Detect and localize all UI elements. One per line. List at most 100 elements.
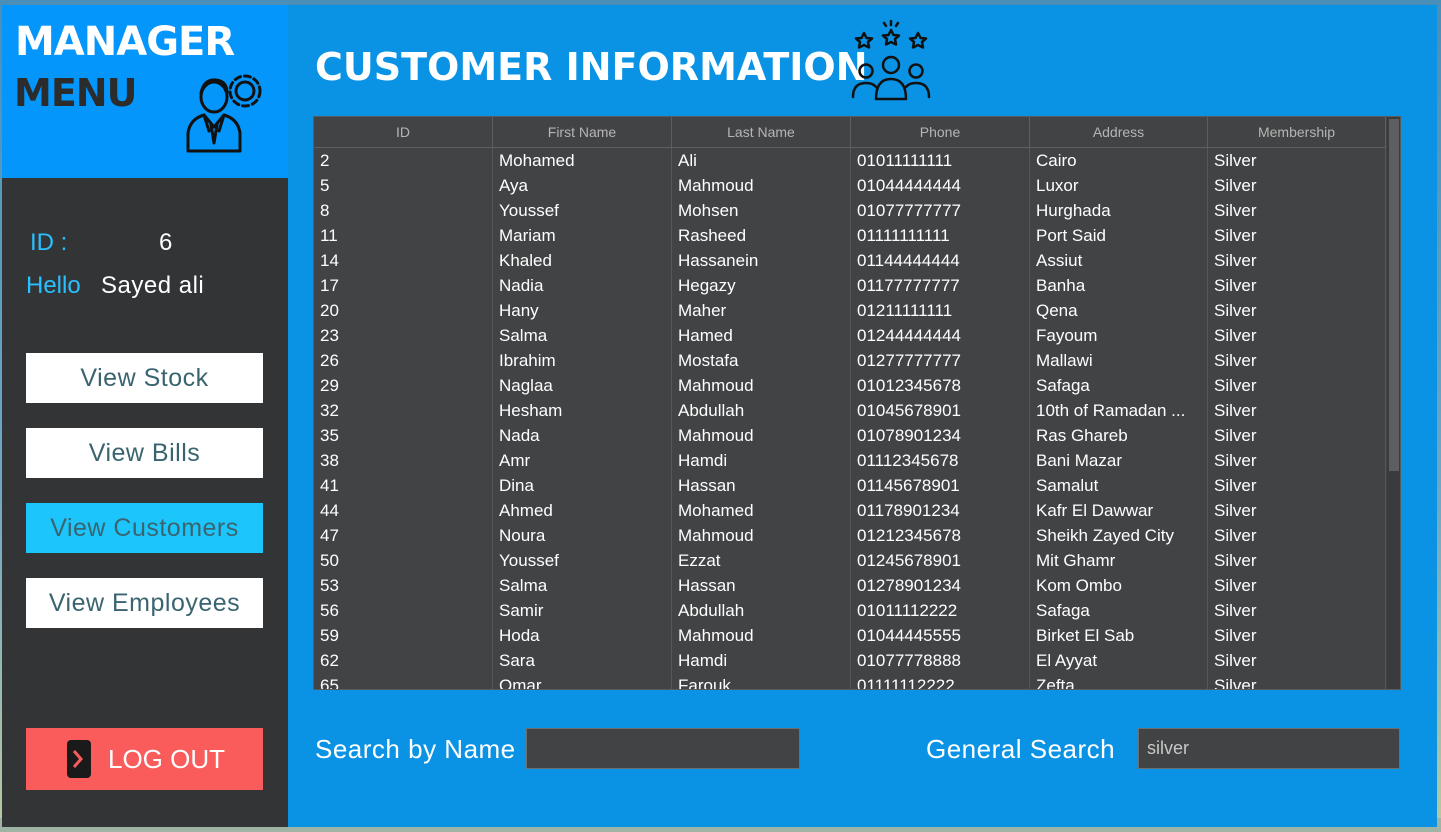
table-row[interactable]: 23 Salma Hamed 01244444444 Fayoum Silver	[314, 323, 1386, 348]
view-stock-button[interactable]: View Stock	[26, 353, 263, 403]
table-row[interactable]: 35 Nada Mahmoud 01078901234 Ras Ghareb Silver	[314, 423, 1386, 448]
table-row[interactable]: 20 Hany Maher 01211111111 Qena Silver	[314, 298, 1386, 323]
table-cell[interactable]: Ras Ghareb	[1030, 423, 1208, 448]
table-cell[interactable]: 01145678901	[851, 473, 1030, 498]
table-cell[interactable]: Silver	[1208, 573, 1386, 598]
table-cell[interactable]: Silver	[1208, 173, 1386, 198]
table-cell[interactable]: 17	[314, 273, 493, 298]
table-cell[interactable]: Silver	[1208, 398, 1386, 423]
table-cell[interactable]: Hamed	[672, 323, 851, 348]
table-cell[interactable]: Samalut	[1030, 473, 1208, 498]
table-cell[interactable]: 65	[314, 673, 493, 689]
table-cell[interactable]: Cairo	[1030, 148, 1208, 173]
table-cell[interactable]: 41	[314, 473, 493, 498]
table-cell[interactable]: Silver	[1208, 223, 1386, 248]
table-cell[interactable]: 29	[314, 373, 493, 398]
table-cell[interactable]: Bani Mazar	[1030, 448, 1208, 473]
table-cell[interactable]: Mahmoud	[672, 373, 851, 398]
table-cell[interactable]: Farouk	[672, 673, 851, 689]
table-cell[interactable]: Hassan	[672, 473, 851, 498]
table-cell[interactable]: Silver	[1208, 673, 1386, 689]
customers-table[interactable]: ID First Name Last Name Phone Address Members…	[313, 116, 1401, 690]
table-cell[interactable]: Rasheed	[672, 223, 851, 248]
table-cell[interactable]: Zefta	[1030, 673, 1208, 689]
table-cell[interactable]: Silver	[1208, 148, 1386, 173]
table-cell[interactable]: Ahmed	[493, 498, 672, 523]
table-cell[interactable]: 01044444444	[851, 173, 1030, 198]
table-cell[interactable]: Mallawi	[1030, 348, 1208, 373]
table-cell[interactable]: 01012345678	[851, 373, 1030, 398]
table-cell[interactable]: 20	[314, 298, 493, 323]
table-cell[interactable]: 01011112222	[851, 598, 1030, 623]
table-cell[interactable]: Salma	[493, 573, 672, 598]
table-cell[interactable]: Qena	[1030, 298, 1208, 323]
general-search-input[interactable]	[1138, 728, 1400, 769]
table-cell[interactable]: 01078901234	[851, 423, 1030, 448]
table-cell[interactable]: Hoda	[493, 623, 672, 648]
table-cell[interactable]: Silver	[1208, 498, 1386, 523]
column-header[interactable]: Address	[1030, 117, 1208, 148]
table-cell[interactable]: 01011111111	[851, 148, 1030, 173]
table-cell[interactable]: Mahmoud	[672, 623, 851, 648]
table-row[interactable]: 14 Khaled Hassanein 01144444444 Assiut Silver	[314, 248, 1386, 273]
table-cell[interactable]: Mahmoud	[672, 173, 851, 198]
table-cell[interactable]: Ibrahim	[493, 348, 672, 373]
table-cell[interactable]: 14	[314, 248, 493, 273]
table-cell[interactable]: Silver	[1208, 248, 1386, 273]
table-cell[interactable]: Ali	[672, 148, 851, 173]
table-cell[interactable]: Sheikh Zayed City	[1030, 523, 1208, 548]
table-cell[interactable]: Nada	[493, 423, 672, 448]
table-cell[interactable]: Mahmoud	[672, 423, 851, 448]
table-cell[interactable]: 01144444444	[851, 248, 1030, 273]
table-cell[interactable]: Mohamed	[493, 148, 672, 173]
table-row[interactable]: 41 Dina Hassan 01145678901 Samalut Silver	[314, 473, 1386, 498]
table-cell[interactable]: 59	[314, 623, 493, 648]
table-cell[interactable]: 8	[314, 198, 493, 223]
table-cell[interactable]: 01277777777	[851, 348, 1030, 373]
table-row[interactable]: 62 Sara Hamdi 01077778888 El Ayyat Silver	[314, 648, 1386, 673]
table-cell[interactable]: Hany	[493, 298, 672, 323]
table-cell[interactable]: Kom Ombo	[1030, 573, 1208, 598]
table-row[interactable]: 29 Naglaa Mahmoud 01012345678 Safaga Silver	[314, 373, 1386, 398]
table-row[interactable]: 32 Hesham Abdullah 01045678901 10th of Ramad…	[314, 398, 1386, 423]
table-cell[interactable]: Youssef	[493, 548, 672, 573]
logout-button[interactable]: LOG OUT	[26, 728, 263, 790]
table-row[interactable]: 17 Nadia Hegazy 01177777777 Banha Silver	[314, 273, 1386, 298]
table-row[interactable]: 5 Aya Mahmoud 01044444444 Luxor Silver	[314, 173, 1386, 198]
table-cell[interactable]: Fayoum	[1030, 323, 1208, 348]
table-cell[interactable]: Mit Ghamr	[1030, 548, 1208, 573]
table-cell[interactable]: Silver	[1208, 373, 1386, 398]
table-cell[interactable]: Sara	[493, 648, 672, 673]
table-cell[interactable]: Silver	[1208, 523, 1386, 548]
table-cell[interactable]: Silver	[1208, 348, 1386, 373]
table-cell[interactable]: 10th of Ramadan ...	[1030, 398, 1208, 423]
table-cell[interactable]: 5	[314, 173, 493, 198]
table-row[interactable]: 26 Ibrahim Mostafa 01277777777 Mallawi Silver	[314, 348, 1386, 373]
table-cell[interactable]: 44	[314, 498, 493, 523]
table-cell[interactable]: Hurghada	[1030, 198, 1208, 223]
table-cell[interactable]: Silver	[1208, 298, 1386, 323]
table-cell[interactable]: Silver	[1208, 448, 1386, 473]
table-cell[interactable]: 50	[314, 548, 493, 573]
table-cell[interactable]: 01045678901	[851, 398, 1030, 423]
table-cell[interactable]: Safaga	[1030, 373, 1208, 398]
view-customers-button[interactable]: View Customers	[26, 503, 263, 553]
table-cell[interactable]: Silver	[1208, 473, 1386, 498]
table-cell[interactable]: 01044445555	[851, 623, 1030, 648]
table-cell[interactable]: Khaled	[493, 248, 672, 273]
table-cell[interactable]: Hesham	[493, 398, 672, 423]
table-cell[interactable]: 38	[314, 448, 493, 473]
table-cell[interactable]: Ezzat	[672, 548, 851, 573]
table-cell[interactable]: Mohsen	[672, 198, 851, 223]
table-cell[interactable]: El Ayyat	[1030, 648, 1208, 673]
table-row[interactable]: 53 Salma Hassan 01278901234 Kom Ombo Silver	[314, 573, 1386, 598]
table-cell[interactable]: Omar	[493, 673, 672, 689]
table-row[interactable]: 56 Samir Abdullah 01011112222 Safaga Silver	[314, 598, 1386, 623]
table-cell[interactable]: Birket El Sab	[1030, 623, 1208, 648]
table-cell[interactable]: 01111111111	[851, 223, 1030, 248]
table-cell[interactable]: 01111112222	[851, 673, 1030, 689]
table-cell[interactable]: Mariam	[493, 223, 672, 248]
column-header[interactable]: First Name	[493, 117, 672, 148]
table-vertical-scrollbar[interactable]	[1387, 117, 1400, 689]
scrollbar-thumb[interactable]	[1389, 119, 1399, 471]
